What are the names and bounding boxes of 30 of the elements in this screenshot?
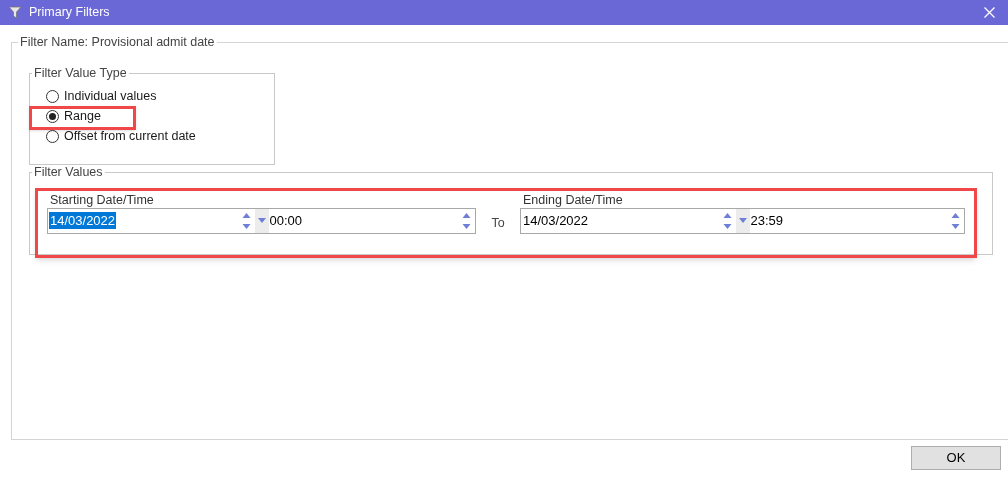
spin-arrows-icon[interactable] [722, 210, 732, 231]
group-title: Filter Values [33, 163, 104, 181]
ok-button[interactable]: OK [911, 446, 1001, 470]
group-title: Filter Value Type [33, 64, 128, 82]
time-field[interactable]: 23:59 [750, 210, 784, 231]
radio-button[interactable] [46, 90, 59, 103]
close-icon[interactable] [984, 7, 995, 18]
date-field[interactable]: 14/03/2022 [49, 212, 117, 229]
radio-label: Range [64, 108, 101, 126]
date-time-picker[interactable]: 14/03/2022 23:59 [520, 207, 965, 234]
radio-button[interactable] [46, 110, 59, 123]
window-title: Primary Filters [29, 4, 110, 22]
dropdown-button[interactable] [254, 208, 269, 233]
caret-icon [257, 218, 266, 223]
separator-label: To [490, 214, 506, 232]
radio-label: Individual values [64, 88, 157, 106]
spin-arrows-icon[interactable] [462, 210, 471, 231]
dropdown-button[interactable] [735, 208, 750, 233]
caret-icon [738, 218, 747, 223]
time-field[interactable]: 00:00 [269, 210, 303, 231]
radio-button[interactable] [46, 130, 59, 143]
group-title: Filter Name: Provisional admit date [19, 34, 216, 51]
date-time-picker[interactable]: 14/03/2022 00:00 [47, 207, 476, 234]
spin-arrows-icon[interactable] [241, 210, 251, 231]
date-field[interactable]: 14/03/2022 [522, 212, 590, 229]
field-label: Starting Date/Time [50, 191, 155, 208]
field-label: Ending Date/Time [523, 191, 624, 208]
funnel-icon [9, 6, 21, 19]
radio-label: Offset from current date [64, 128, 196, 146]
spin-arrows-icon[interactable] [951, 210, 960, 231]
